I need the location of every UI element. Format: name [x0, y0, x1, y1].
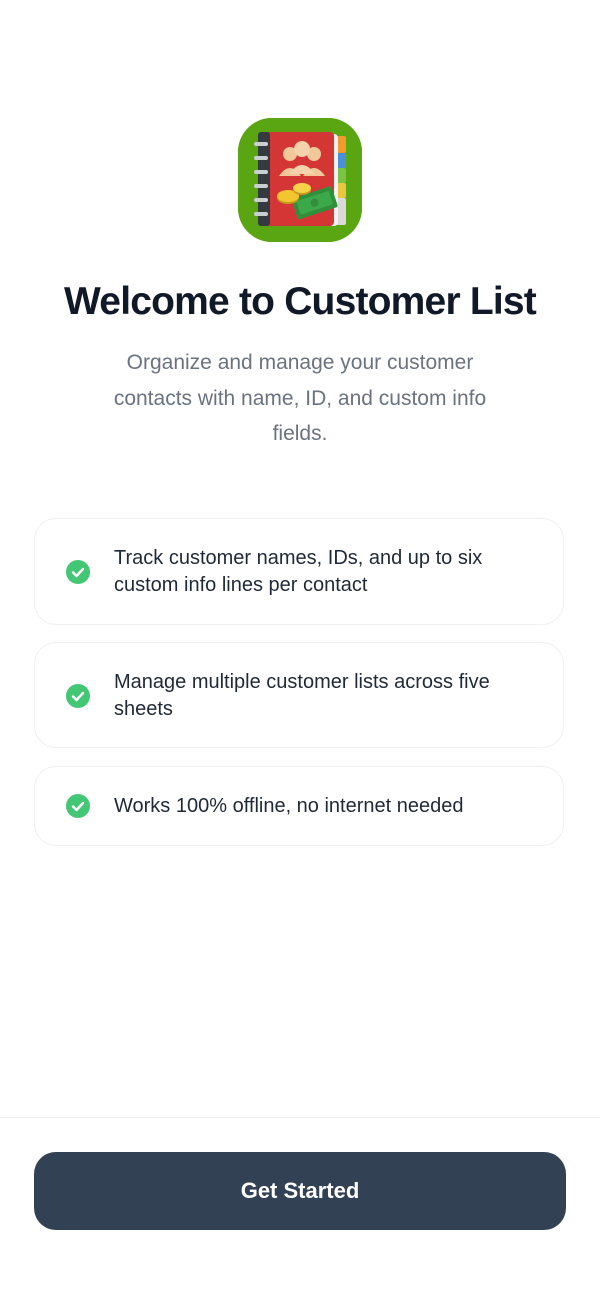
- page-subtitle: Organize and manage your customer contac…: [113, 351, 487, 445]
- check-circle-icon: [66, 684, 90, 708]
- footer-divider: [0, 1117, 600, 1118]
- feature-text: Works 100% offline, no internet needed: [114, 795, 464, 817]
- feature-text: Track customer names, IDs, and up to six…: [114, 547, 483, 596]
- get-started-button[interactable]: Get Started: [34, 1152, 566, 1230]
- feature-card: Manage multiple customer lists across fi…: [34, 642, 564, 748]
- feature-text: Manage multiple customer lists across fi…: [114, 671, 490, 720]
- feature-card: Works 100% offline, no internet needed: [34, 766, 564, 846]
- page-title: Welcome to Customer List: [64, 280, 537, 323]
- feature-card: Track customer names, IDs, and up to six…: [34, 518, 564, 625]
- check-circle-icon: [66, 560, 90, 584]
- app-logo-icon: [238, 118, 362, 242]
- check-circle-icon: [66, 794, 90, 818]
